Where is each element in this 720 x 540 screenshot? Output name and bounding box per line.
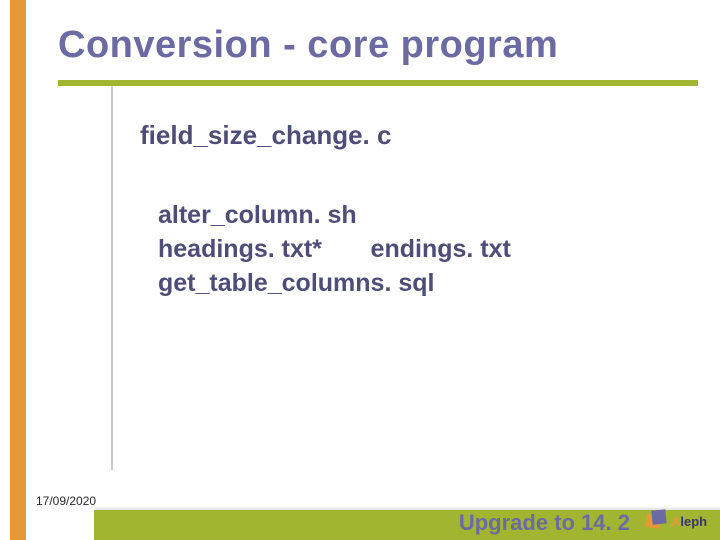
slide-title: Conversion - core program [58,24,558,67]
title-underline [58,80,698,86]
file-list: alter_column. sh headings. txt* endings.… [158,199,680,300]
file-item-label: headings. txt* [158,235,322,263]
logo-text: Aleph [671,514,707,529]
logo-letter: A [671,514,680,529]
logo-rest: leph [680,514,707,529]
file-item-spacer [322,235,371,263]
content-block: field_size_change. c alter_column. sh he… [140,120,680,300]
file-item-label: endings. txt [371,235,511,263]
file-item: headings. txt* endings. txt [158,233,680,267]
logo-mark-icon [646,510,668,532]
footer-caption: Upgrade to 14. 2 [459,510,630,536]
file-item: get_table_columns. sql [158,267,680,301]
content-guide-line [111,86,113,470]
left-accent-bar [10,0,26,540]
footer: 17/09/2020 Upgrade to 14. 2 Aleph [0,480,720,540]
section-heading: field_size_change. c [140,120,680,151]
slide: Conversion - core program field_size_cha… [0,0,720,540]
footer-date: 17/09/2020 [36,494,96,508]
logo: Aleph [646,504,712,538]
file-item: alter_column. sh [158,199,680,233]
